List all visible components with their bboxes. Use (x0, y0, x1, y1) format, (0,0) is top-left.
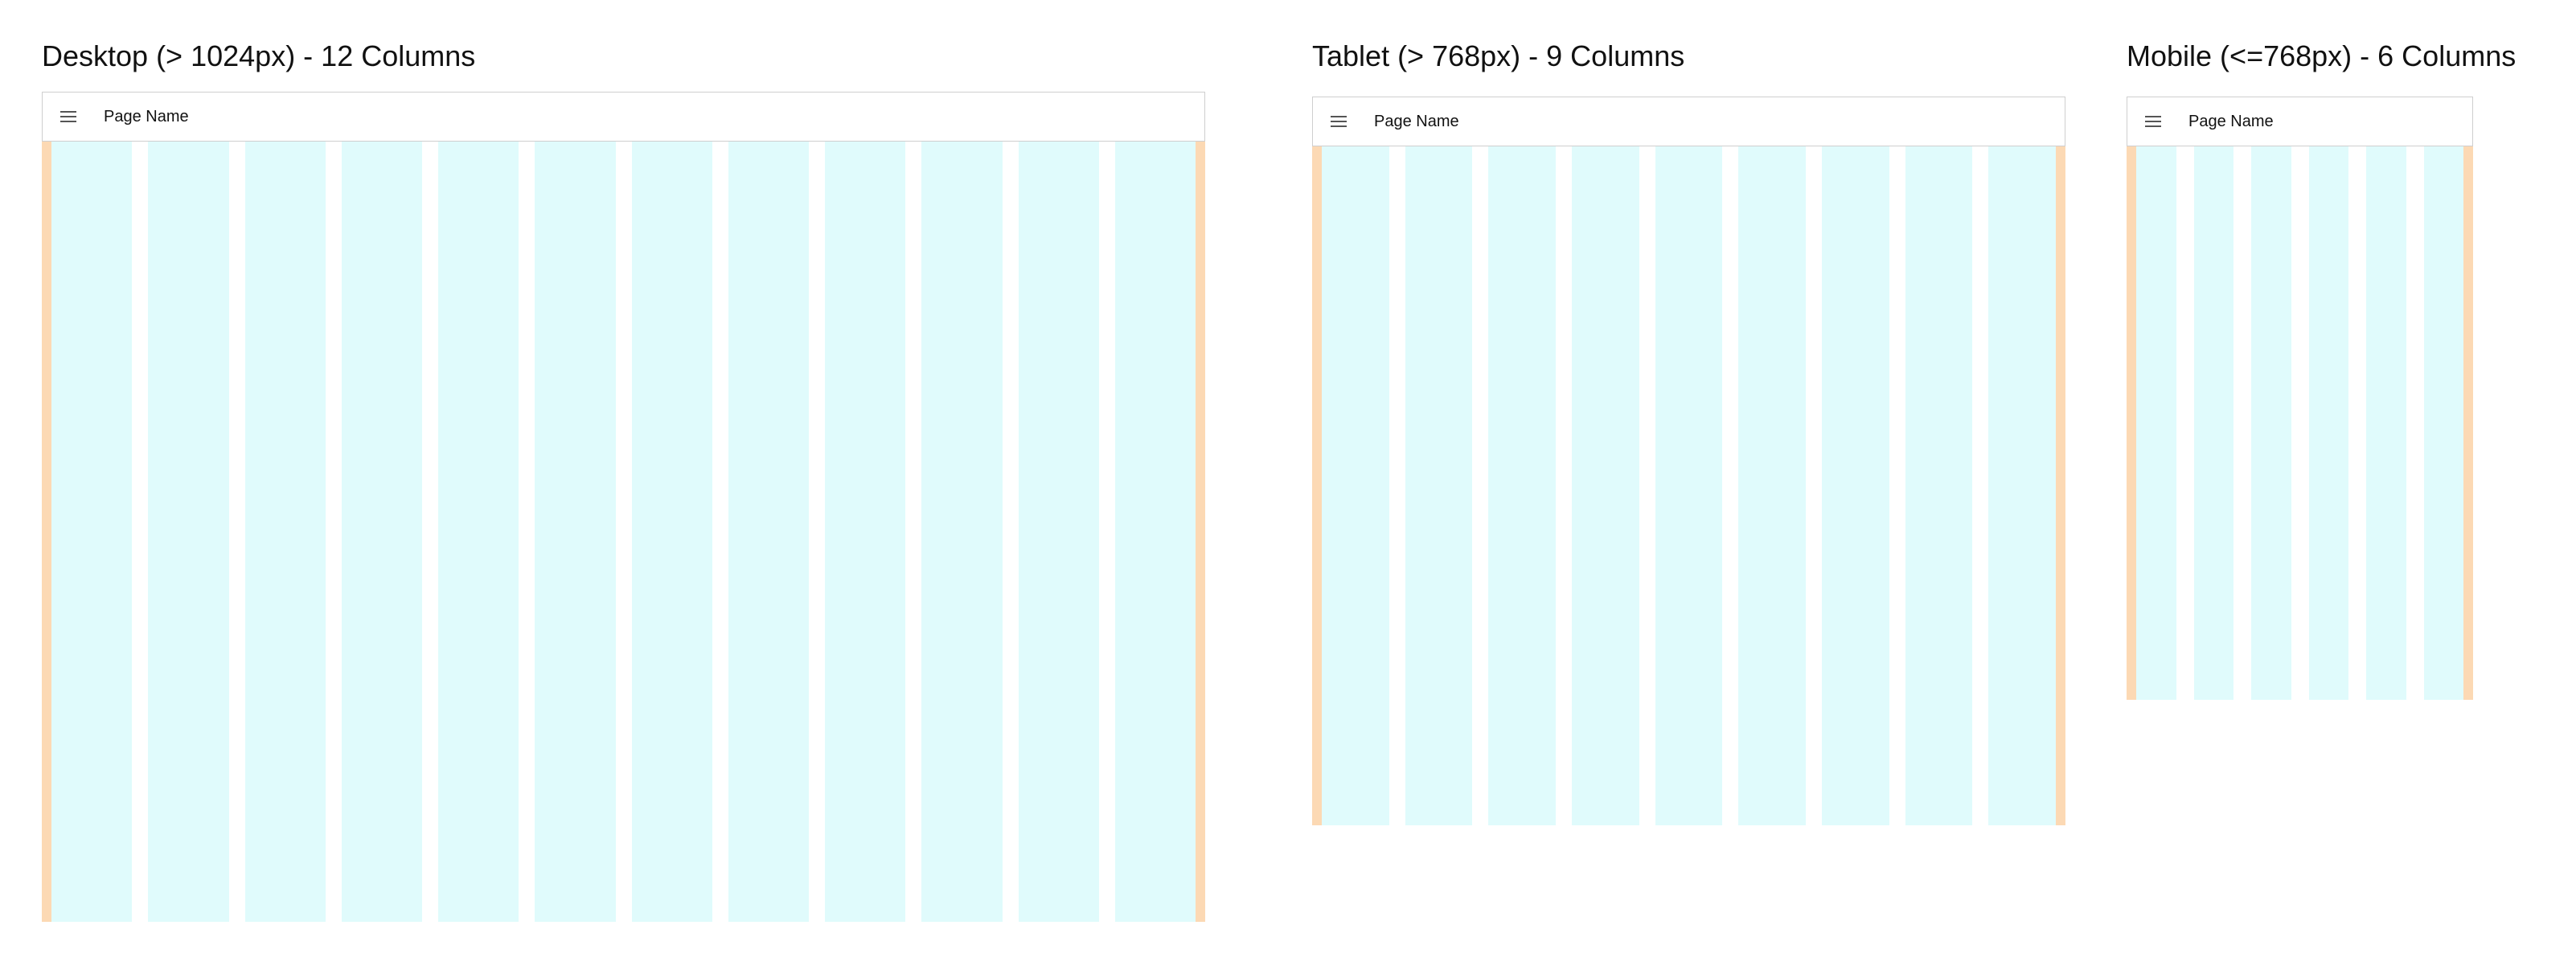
grid-column (535, 142, 616, 922)
grid-column (825, 142, 906, 922)
grid-column (2251, 146, 2291, 700)
grid-column (2366, 146, 2406, 700)
hamburger-menu-icon[interactable] (2129, 97, 2177, 146)
grid-column (2308, 146, 2348, 700)
column-grid (2127, 146, 2473, 700)
left-margin (1312, 146, 1322, 825)
panel-title: Desktop (> 1024px) - 12 Columns (42, 39, 476, 72)
app-bar: Page Name (42, 92, 1205, 142)
desktop-frame: Page Name (42, 92, 1205, 922)
mobile-frame: Page Name (2127, 97, 2473, 700)
page-name: Page Name (2188, 112, 2274, 130)
grid-column (1572, 146, 1639, 825)
grid-column (921, 142, 1003, 922)
right-margin (1196, 142, 1205, 922)
right-margin (2463, 146, 2473, 700)
left-margin (42, 142, 51, 922)
grid-column (631, 142, 712, 922)
grid-column (1488, 146, 1556, 825)
grid-column (1988, 146, 2056, 825)
grid-column (341, 142, 422, 922)
page-name: Page Name (1374, 112, 1459, 130)
desktop-panel: Desktop (> 1024px) - 12 Columns Page Nam… (42, 0, 1205, 922)
grid-column (1738, 146, 1806, 825)
grid-column (1822, 146, 1889, 825)
grid-column (1655, 146, 1723, 825)
grid-column (438, 142, 519, 922)
grid-column (1322, 146, 1389, 825)
hamburger-menu-icon[interactable] (1315, 97, 1363, 146)
app-bar: Page Name (2127, 97, 2473, 146)
grid-column (1114, 142, 1196, 922)
right-margin (2056, 146, 2065, 825)
mobile-panel: Mobile (<=768px) - 6 Columns Page Name (2127, 0, 2516, 700)
app-bar: Page Name (1312, 97, 2065, 146)
grid-column (1018, 142, 1099, 922)
grid-column (244, 142, 326, 922)
hamburger-menu-icon[interactable] (44, 93, 92, 141)
grid-column (2136, 146, 2176, 700)
tablet-panel: Tablet (> 768px) - 9 Columns Page Name (1312, 0, 2065, 825)
grid-column (2193, 146, 2233, 700)
panel-title: Mobile (<=768px) - 6 Columns (2127, 39, 2517, 72)
panel-title: Tablet (> 768px) - 9 Columns (1312, 39, 1685, 72)
grid-column (728, 142, 809, 922)
grid-column (51, 142, 133, 922)
page-name: Page Name (104, 107, 189, 125)
grid-column (2423, 146, 2463, 700)
grid-column (1405, 146, 1473, 825)
left-margin (2127, 146, 2136, 700)
column-grid (42, 142, 1205, 922)
tablet-frame: Page Name (1312, 97, 2065, 825)
grid-column (1905, 146, 1973, 825)
grid-column (148, 142, 229, 922)
column-grid (1312, 146, 2065, 825)
